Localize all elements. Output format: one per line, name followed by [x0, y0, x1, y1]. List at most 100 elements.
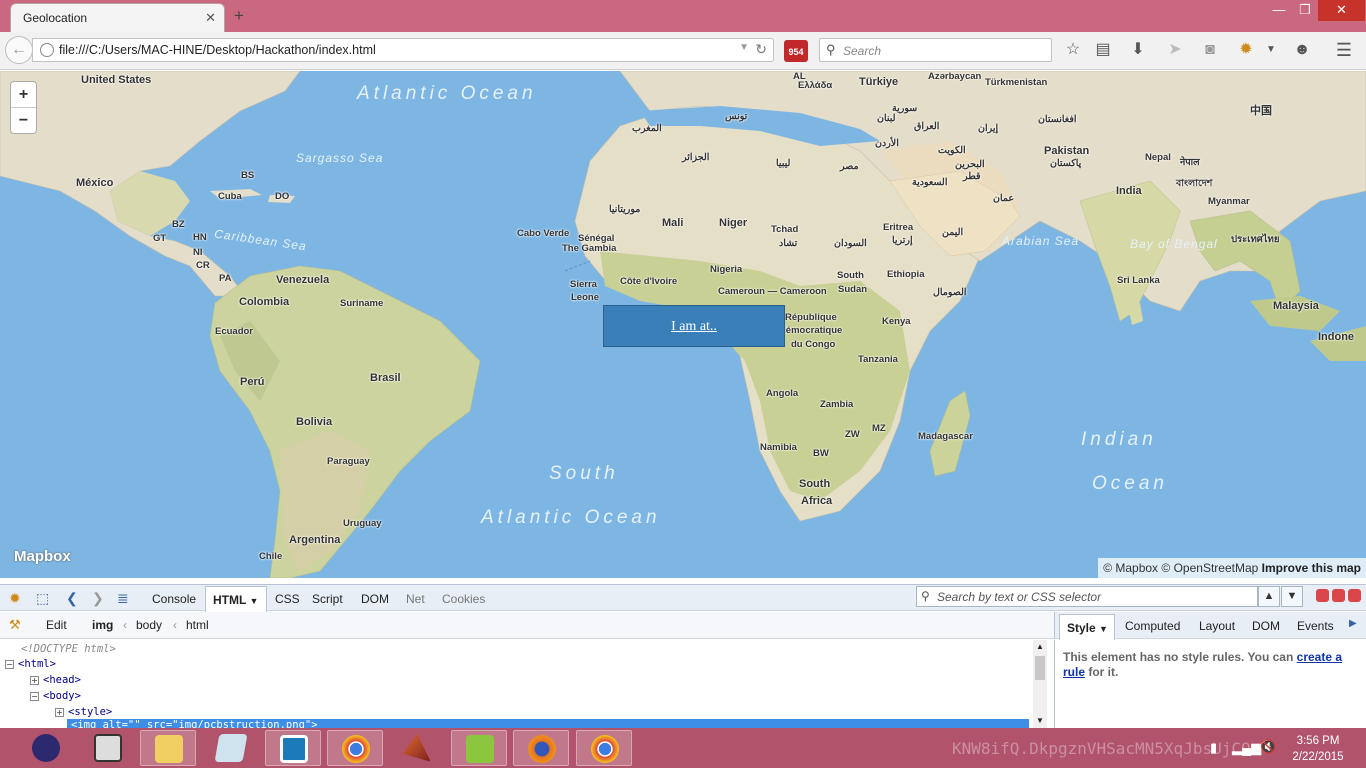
minimize-button[interactable]: — — [1266, 0, 1292, 21]
taskbar-chrome-2[interactable] — [576, 730, 632, 766]
pocket-icon[interactable]: ◙ — [1200, 40, 1220, 60]
new-tab-button[interactable]: + — [234, 6, 244, 26]
zoom-in-button[interactable]: + — [11, 82, 36, 108]
taskbar-eclipse[interactable] — [18, 730, 74, 766]
close-window-button[interactable]: ✕ — [1318, 0, 1365, 21]
edit-button[interactable]: Edit — [46, 618, 67, 632]
map-label: Bolivia — [296, 416, 333, 428]
scroll-down-icon[interactable]: ▼ — [1036, 716, 1044, 725]
url-history-dropdown-icon[interactable]: ▼ — [739, 42, 749, 53]
taskbar-chrome[interactable] — [327, 730, 383, 766]
search-next-button[interactable]: ▼ — [1281, 586, 1303, 607]
tab-events[interactable]: Events — [1297, 619, 1334, 633]
sea-label-bay-of-bengal: Bay of Bengal — [1130, 237, 1218, 251]
tree-row-style[interactable]: + <style> — [55, 706, 112, 718]
tab-html[interactable]: HTML ▼ — [205, 586, 267, 612]
scrollbar-thumb[interactable] — [1035, 656, 1045, 680]
tree-scrollbar[interactable]: ▲ ▼ — [1033, 640, 1047, 728]
expand-icon[interactable]: + — [55, 708, 64, 717]
tab-console[interactable]: Console — [152, 592, 196, 606]
firebug-search-box[interactable]: ⚲ Search by text or CSS selector — [916, 586, 1258, 607]
collapse-icon[interactable]: − — [30, 692, 39, 701]
url-text[interactable]: file:///C:/Users/MAC-HINE/Desktop/Hackat… — [59, 43, 376, 57]
firebug-icon[interactable]: ✹ — [1236, 40, 1256, 60]
taskbar-code-editor[interactable] — [265, 730, 321, 766]
tab-css[interactable]: CSS — [275, 592, 300, 606]
tab-script[interactable]: Script — [312, 592, 343, 606]
bookmarks-list-icon[interactable]: ▤ — [1093, 40, 1113, 60]
map-label: Indone — [1318, 331, 1355, 343]
tab-layout[interactable]: Layout — [1199, 619, 1235, 633]
breadcrumb-body[interactable]: body — [136, 618, 162, 632]
edit-icon[interactable]: ⚒ — [9, 617, 21, 633]
breadcrumb-html[interactable]: html — [186, 618, 209, 632]
reload-icon[interactable]: ↻ — [755, 41, 767, 58]
network-icon[interactable]: ▮ — [1210, 740, 1217, 756]
addon-badge[interactable]: 954 — [784, 40, 808, 62]
media-player-icon — [94, 734, 122, 762]
menu-icon[interactable]: ☰ — [1334, 40, 1354, 60]
taskbar-media-player[interactable] — [80, 730, 136, 766]
firebug-icon[interactable]: ✹ — [9, 590, 21, 607]
tab-dom[interactable]: DOM — [361, 592, 389, 606]
tree-row-head[interactable]: + <head> — [30, 674, 81, 686]
search-input[interactable]: Search — [843, 44, 881, 58]
bookmark-star-icon[interactable]: ☆ — [1063, 40, 1083, 60]
scroll-up-icon[interactable]: ▲ — [1036, 642, 1044, 651]
search-bar[interactable]: ⚲ Search — [819, 38, 1052, 62]
zoom-out-button[interactable]: − — [11, 108, 36, 134]
maximize-button[interactable]: ❐ — [1292, 0, 1318, 21]
back-arrow-icon[interactable]: ❮ — [66, 590, 78, 607]
mapbox-logo[interactable]: Mapbox — [14, 548, 71, 565]
improve-map-link[interactable]: Improve this map — [1262, 561, 1361, 575]
inspect-element-icon[interactable]: ⬚ — [36, 590, 49, 607]
signal-icon[interactable]: ▂▄▆ — [1232, 740, 1261, 756]
html-tree[interactable]: <!DOCTYPE html> − <html> + <head> − <body> … — [0, 640, 1032, 728]
map-view[interactable]: Atlantic Ocean South Atlantic Ocean Indi… — [0, 71, 1366, 578]
system-clock[interactable]: 3:56 PM 2/22/2015 — [1283, 733, 1353, 765]
command-line-icon[interactable]: ≣ — [117, 590, 129, 607]
browser-tab[interactable]: Geolocation ✕ — [10, 3, 225, 32]
taskbar-notepad[interactable] — [203, 730, 259, 766]
downloads-icon[interactable]: ⬇ — [1128, 40, 1148, 60]
back-button[interactable]: ← — [5, 36, 33, 64]
taskbar-firefox[interactable] — [513, 730, 569, 766]
chat-icon[interactable]: ☻ — [1292, 40, 1312, 60]
firebug-close-button[interactable] — [1348, 589, 1361, 602]
map-label: du Congo — [791, 339, 836, 350]
tab-style[interactable]: Style ▼ — [1059, 614, 1115, 640]
tab-close-icon[interactable]: ✕ — [205, 10, 216, 26]
taskbar-matlab[interactable] — [389, 730, 445, 766]
volume-muted-icon[interactable]: 🔇 — [1260, 739, 1276, 755]
map-label: Madagascar — [918, 431, 973, 442]
popup-link[interactable]: I am at.. — [671, 319, 717, 334]
taskbar-file-explorer[interactable] — [140, 730, 196, 766]
map-label: اليمن — [942, 227, 964, 238]
tab-computed[interactable]: Computed — [1125, 619, 1180, 633]
attribution-osm-link[interactable]: © OpenStreetMap — [1161, 561, 1258, 575]
tab-dom-side[interactable]: DOM — [1252, 619, 1280, 633]
tab-cookies[interactable]: Cookies — [442, 592, 485, 606]
firebug-toolbar: ✹ ⬚ ❮ ❯ ≣ Console HTML ▼ CSS Script DOM … — [0, 584, 1366, 612]
firebug-search-input[interactable]: Search by text or CSS selector — [937, 590, 1101, 604]
map-label: United States — [81, 74, 152, 86]
attribution-mapbox-link[interactable]: © Mapbox — [1103, 561, 1158, 575]
forward-arrow-icon[interactable]: ❯ — [92, 590, 104, 607]
firebug-detach-button[interactable] — [1332, 589, 1345, 602]
breadcrumb-img[interactable]: img — [92, 618, 113, 632]
collapse-icon[interactable]: − — [5, 660, 14, 669]
taskbar-pea-app[interactable] — [451, 730, 507, 766]
url-bar[interactable]: file:///C:/Users/MAC-HINE/Desktop/Hackat… — [32, 38, 774, 62]
chevron-right-icon[interactable]: ▶ — [1349, 618, 1357, 629]
map-label: Myanmar — [1208, 196, 1250, 207]
expand-icon[interactable]: + — [30, 676, 39, 685]
share-icon[interactable]: ➤ — [1165, 40, 1185, 60]
tree-row-html[interactable]: − <html> — [5, 658, 56, 670]
tree-row-body[interactable]: − <body> — [30, 690, 81, 702]
tab-net[interactable]: Net — [406, 592, 425, 606]
firebug-dropdown-icon[interactable]: ▼ — [1261, 40, 1281, 60]
tree-row-img-selected[interactable]: <img alt="" src="img/pcbstruction.png"> — [67, 719, 1029, 728]
firebug-minimize-button[interactable] — [1316, 589, 1329, 602]
search-previous-button[interactable]: ▲ — [1258, 586, 1280, 607]
chrome-icon — [591, 735, 619, 763]
